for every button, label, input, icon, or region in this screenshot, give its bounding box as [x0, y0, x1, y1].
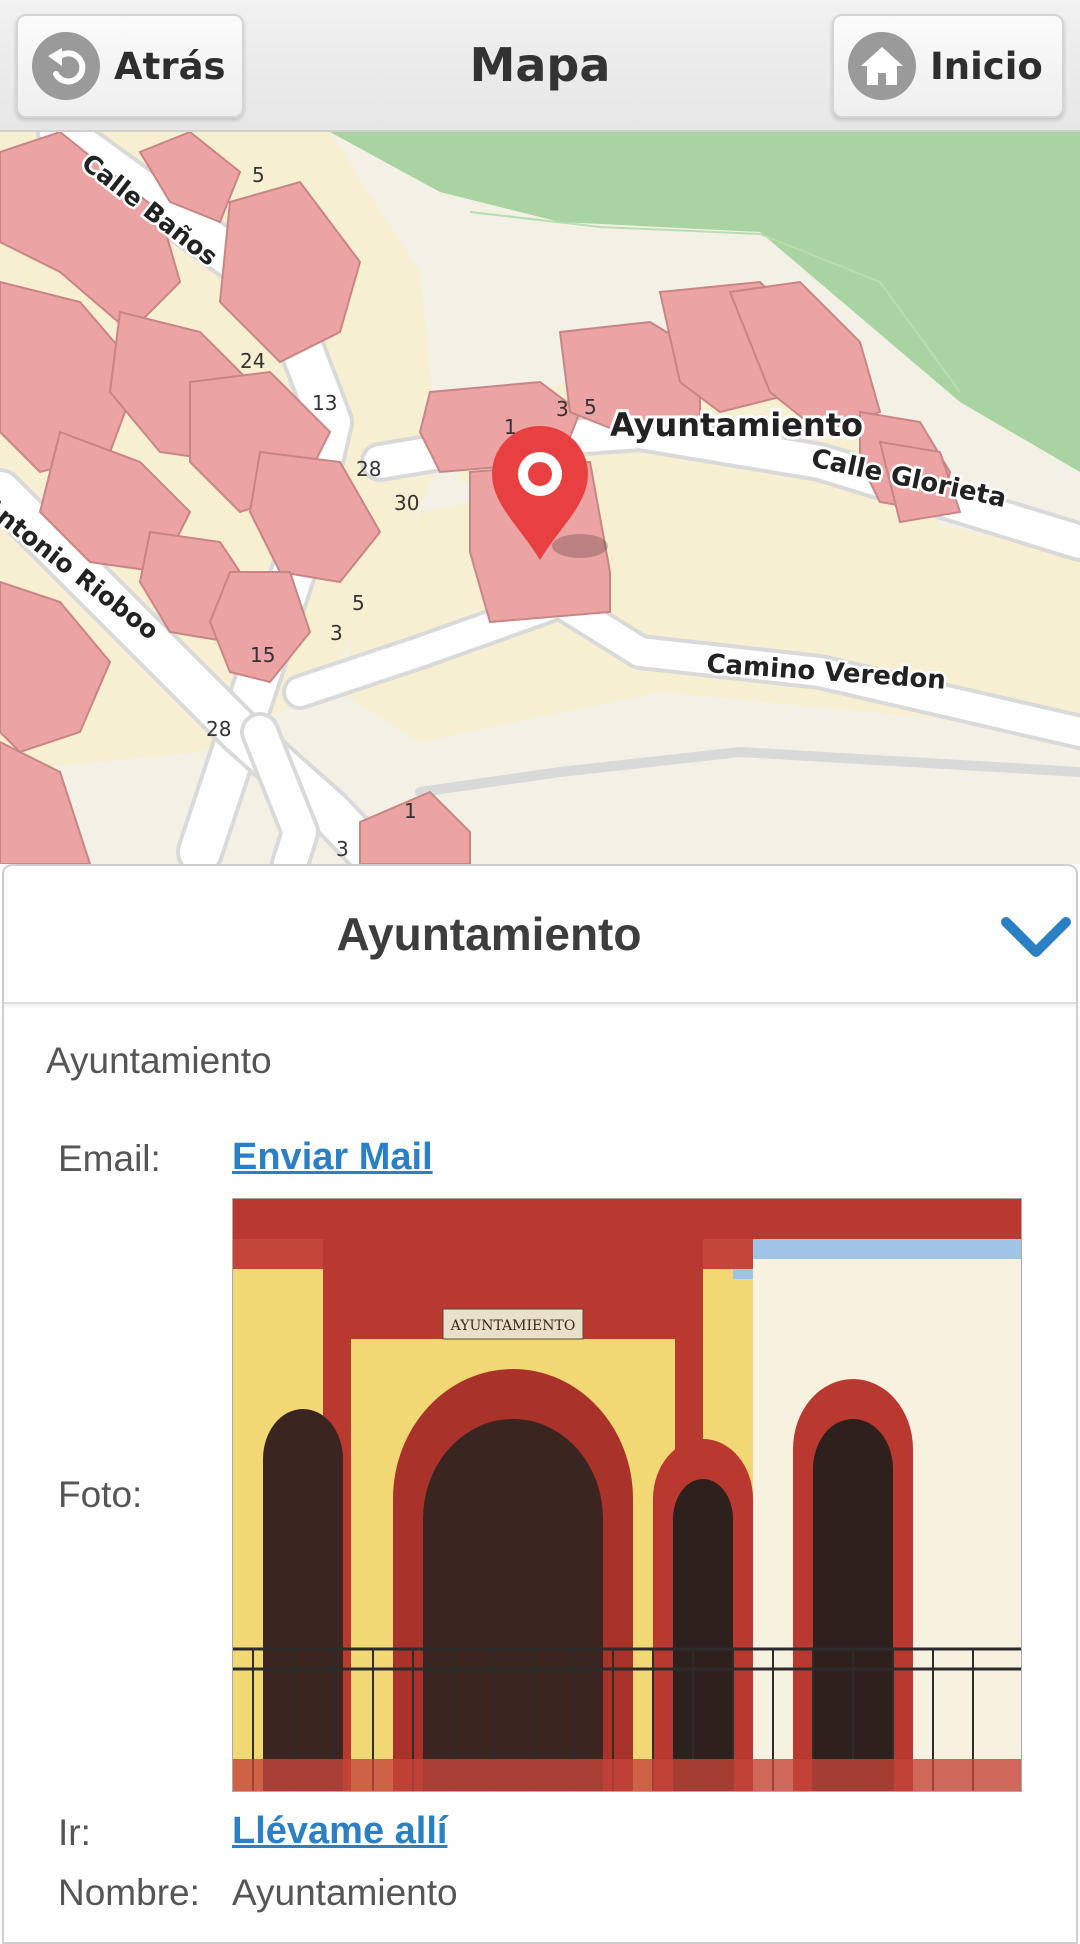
house-number: 30	[394, 491, 419, 515]
home-button[interactable]: Inicio	[832, 14, 1064, 118]
house-number: 5	[252, 163, 265, 187]
panel-header[interactable]: Ayuntamiento	[4, 866, 1076, 1004]
panel-title: Ayuntamiento	[336, 908, 642, 960]
name-value: Ayuntamiento	[232, 1872, 458, 1913]
app-header: Atrás Mapa Inicio	[0, 0, 1080, 132]
house-number: 3	[330, 621, 343, 645]
chevron-down-icon[interactable]	[996, 894, 1076, 974]
house-number: 24	[240, 349, 265, 373]
map-view[interactable]: 5 24 13 28 30 5 3 15 28 1 3 3 5 1 Calle …	[0, 132, 1080, 864]
house-number: 3	[336, 837, 349, 861]
house-number: 5	[352, 591, 365, 615]
take-me-there-link[interactable]: Llévame allí	[232, 1810, 447, 1853]
house-number: 28	[206, 717, 231, 741]
photo-label: Foto:	[58, 1474, 143, 1515]
house-number: 28	[356, 457, 381, 481]
send-mail-link[interactable]: Enviar Mail	[232, 1136, 433, 1179]
place-subtitle: Ayuntamiento	[46, 1040, 272, 1081]
house-number: 3	[556, 397, 569, 421]
house-number: 15	[250, 643, 275, 667]
home-icon	[848, 32, 916, 100]
house-number: 1	[404, 799, 417, 823]
house-number: 13	[312, 391, 337, 415]
photo-sign-text: AYUNTAMIENTO	[450, 1318, 576, 1334]
house-number: 5	[584, 395, 597, 419]
go-label: Ir:	[58, 1812, 91, 1853]
home-button-label: Inicio	[930, 44, 1043, 88]
pin-label: Ayuntamiento	[610, 406, 863, 444]
town-hall-photo: AYUNTAMIENTO	[232, 1198, 1022, 1792]
name-label: Nombre:	[58, 1872, 200, 1913]
email-label: Email:	[58, 1138, 161, 1179]
